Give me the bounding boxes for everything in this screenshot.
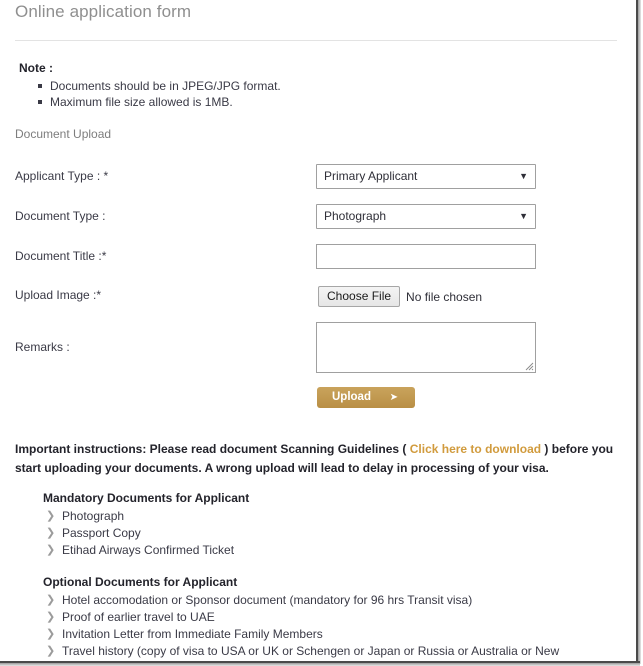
title-divider: [15, 40, 617, 41]
file-status-text: No file chosen: [406, 289, 483, 304]
frame-right-border: [636, 0, 638, 664]
list-item: ❯ Photograph: [43, 508, 234, 525]
applicant-type-value: Primary Applicant: [324, 169, 418, 183]
application-form-page: Online application form Note : Documents…: [0, 0, 629, 660]
list-item-label: Hotel accomodation or Sponsor document (…: [62, 593, 473, 607]
list-item-label: Travel history (copy of visa to USA or U…: [62, 644, 560, 658]
chevron-right-icon: ❯: [46, 527, 56, 539]
upload-image-file-input[interactable]: Choose File No file chosen: [318, 286, 482, 307]
note-list: Documents should be in JPEG/JPG format. …: [19, 78, 281, 110]
list-item-label: Etihad Airways Confirmed Ticket: [62, 543, 235, 557]
note-heading: Note :: [19, 61, 53, 75]
list-item: ❯ Etihad Airways Confirmed Ticket: [43, 542, 234, 559]
document-type-value: Photograph: [324, 209, 387, 223]
chevron-right-icon: ❯: [46, 645, 56, 657]
frame-right-shadow: [638, 0, 641, 664]
list-item-label: Passport Copy: [62, 526, 141, 540]
list-item: ❯ Proof of earlier travel to UAE: [43, 609, 559, 626]
scanning-guidelines-download-link[interactable]: Click here to download: [410, 442, 541, 456]
optional-documents-list: ❯ Hotel accomodation or Sponsor document …: [43, 592, 559, 660]
chevron-right-icon: ❯: [46, 611, 56, 623]
upload-image-label: Upload Image :*: [15, 288, 102, 302]
document-type-select[interactable]: Photograph ▼: [316, 204, 536, 229]
chevron-right-icon: ❯: [46, 544, 56, 556]
chevron-right-icon: ❯: [46, 510, 56, 522]
list-item: ❯ Hotel accomodation or Sponsor document …: [43, 592, 559, 609]
screenshot-frame: Online application form Note : Documents…: [0, 0, 643, 666]
list-item: ❯ Passport Copy: [43, 525, 234, 542]
document-type-label: Document Type :: [15, 209, 106, 223]
page-title: Online application form: [15, 2, 192, 21]
chevron-right-icon: ❯: [46, 628, 56, 640]
chevron-right-icon: ❯: [46, 594, 56, 606]
important-instructions: Important instructions: Please read docu…: [15, 440, 615, 478]
mandatory-documents-title: Mandatory Documents for Applicant: [43, 491, 250, 505]
list-item-label: Photograph: [62, 509, 125, 523]
choose-file-button[interactable]: Choose File: [318, 286, 401, 307]
remarks-label: Remarks :: [15, 340, 70, 354]
list-item-label: Proof of earlier travel to UAE: [62, 610, 215, 624]
upload-button[interactable]: Upload ➤: [317, 387, 415, 408]
upload-button-label: Upload: [332, 391, 371, 403]
document-title-label: Document Title :*: [15, 249, 107, 263]
document-upload-section-heading: Document Upload: [15, 127, 112, 141]
optional-documents-title: Optional Documents for Applicant: [43, 575, 238, 589]
list-item-label: Invitation Letter from Immediate Family …: [62, 627, 323, 641]
applicant-type-select[interactable]: Primary Applicant ▼: [316, 164, 536, 189]
arrow-right-icon: ➤: [389, 392, 398, 403]
list-item: ❯ Invitation Letter from Immediate Family…: [43, 626, 559, 643]
instructions-before-link: Important instructions: Please read docu…: [15, 442, 410, 456]
mandatory-documents-list: ❯ Photograph ❯ Passport Copy ❯ Etihad Airwa…: [43, 508, 234, 559]
note-list-item: Maximum file size allowed is 1MB.: [38, 94, 281, 110]
note-list-item: Documents should be in JPEG/JPG format.: [38, 79, 281, 93]
list-item: ❯ Travel history (copy of visa to USA or …: [43, 643, 559, 660]
chevron-down-icon: ▼: [519, 211, 528, 221]
document-title-input[interactable]: [316, 244, 536, 269]
applicant-type-label: Applicant Type : *: [15, 169, 109, 183]
frame-bottom-border: [0, 661, 640, 663]
remarks-textarea[interactable]: [316, 322, 536, 373]
chevron-down-icon: ▼: [519, 171, 528, 181]
